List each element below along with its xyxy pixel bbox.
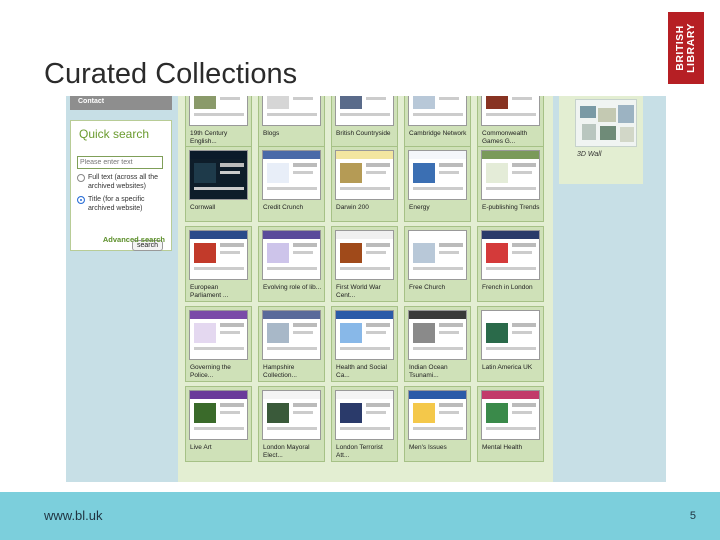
british-library-logo: BRITISH LIBRARY: [668, 12, 704, 84]
collection-label[interactable]: Darwin 200: [336, 204, 396, 212]
quick-search-title: Quick search: [79, 127, 150, 141]
collection-thumbnail[interactable]: [262, 230, 321, 280]
collection-thumbnail[interactable]: [408, 390, 467, 440]
collection-tile[interactable]: Men's Issues: [404, 386, 471, 462]
collection-thumbnail[interactable]: [189, 96, 248, 126]
collection-thumbnail[interactable]: [408, 230, 467, 280]
logo-text: BRITISH LIBRARY: [674, 23, 697, 73]
collection-label[interactable]: Indian Ocean Tsunami...: [409, 364, 469, 380]
collection-tile[interactable]: Latin America UK: [477, 306, 544, 382]
collection-tile[interactable]: French in London: [477, 226, 544, 302]
collection-label[interactable]: Health and Social Ca...: [336, 364, 396, 380]
collection-tile[interactable]: Credit Crunch: [258, 146, 325, 222]
collection-label[interactable]: European Parliament ...: [190, 284, 250, 300]
sidebar: Contact Quick search Full text (across a…: [70, 96, 172, 251]
collection-tile[interactable]: London Mayoral Elect...: [258, 386, 325, 462]
collection-label[interactable]: First World War Cent...: [336, 284, 396, 300]
collection-thumbnail[interactable]: [408, 96, 467, 126]
collections-grid: 19th Century English... Blogs British Coun…: [178, 96, 553, 482]
collection-label[interactable]: British Countryside: [336, 130, 396, 138]
collection-thumbnail[interactable]: [335, 390, 394, 440]
collection-tile[interactable]: Free Church: [404, 226, 471, 302]
collection-label[interactable]: French in London: [482, 284, 542, 292]
collection-thumbnail[interactable]: [262, 390, 321, 440]
collection-tile[interactable]: Mental Health: [477, 386, 544, 462]
collection-label[interactable]: Energy: [409, 204, 469, 212]
collection-label[interactable]: E-publishing Trends: [482, 204, 542, 212]
full-text-label: Full text (across all the archived websi…: [88, 174, 159, 190]
collection-thumbnail[interactable]: [335, 310, 394, 360]
collection-label[interactable]: Governing the Police...: [190, 364, 250, 380]
collection-label[interactable]: Mental Health: [482, 444, 542, 452]
collection-tile[interactable]: Cornwall: [185, 146, 252, 222]
collection-tile[interactable]: British Countryside: [331, 96, 398, 148]
collection-label[interactable]: Free Church: [409, 284, 469, 292]
collection-label[interactable]: Cornwall: [190, 204, 250, 212]
collection-tile[interactable]: London Terrorist Att...: [331, 386, 398, 462]
3d-wall-label[interactable]: 3D Wall: [577, 151, 601, 158]
collection-tile[interactable]: Cambridge Network: [404, 96, 471, 148]
collection-label[interactable]: 19th Century English...: [190, 130, 250, 146]
collection-tile[interactable]: Health and Social Ca...: [331, 306, 398, 382]
collection-thumbnail[interactable]: [481, 390, 540, 440]
collection-tile[interactable]: E-publishing Trends: [477, 146, 544, 222]
featured-panel: 3D Wall: [559, 96, 643, 184]
footer-url: www.bl.uk: [44, 508, 103, 523]
collection-tile[interactable]: Energy: [404, 146, 471, 222]
collection-thumbnail[interactable]: [189, 150, 248, 200]
collection-thumbnail[interactable]: [262, 150, 321, 200]
collection-label[interactable]: Latin America UK: [482, 364, 542, 372]
page-number: 5: [689, 510, 696, 522]
full-text-radio[interactable]: [77, 174, 85, 182]
collection-thumbnail[interactable]: [189, 230, 248, 280]
collection-label[interactable]: London Mayoral Elect...: [263, 444, 323, 460]
collection-thumbnail[interactable]: [189, 390, 248, 440]
title-option[interactable]: Title (for a specific archived website): [77, 195, 165, 213]
collection-thumbnail[interactable]: [481, 310, 540, 360]
contact-link[interactable]: Contact: [70, 96, 172, 110]
collection-thumbnail[interactable]: [262, 310, 321, 360]
3d-wall-thumbnail[interactable]: [575, 99, 637, 147]
collection-tile[interactable]: European Parliament ...: [185, 226, 252, 302]
collection-tile[interactable]: Blogs: [258, 96, 325, 148]
collection-tile[interactable]: Governing the Police...: [185, 306, 252, 382]
collection-thumbnail[interactable]: [262, 96, 321, 126]
collection-thumbnail[interactable]: [408, 310, 467, 360]
collection-thumbnail[interactable]: [408, 150, 467, 200]
collection-thumbnail[interactable]: [335, 230, 394, 280]
collection-tile[interactable]: Evolving role of lib...: [258, 226, 325, 302]
title-option-label: Title (for a specific archived website): [88, 196, 145, 212]
collection-label[interactable]: Live Art: [190, 444, 250, 452]
collection-label[interactable]: Hampshire Collection...: [263, 364, 323, 380]
collection-label[interactable]: Men's Issues: [409, 444, 469, 452]
collection-thumbnail[interactable]: [481, 96, 540, 126]
collection-thumbnail[interactable]: [481, 230, 540, 280]
title-radio[interactable]: [77, 196, 85, 204]
collection-label[interactable]: Cambridge Network: [409, 130, 469, 138]
search-input[interactable]: [77, 156, 163, 169]
slide-title: Curated Collections: [44, 58, 298, 90]
collection-label[interactable]: Evolving role of lib...: [263, 284, 323, 292]
collection-thumbnail[interactable]: [335, 150, 394, 200]
collection-tile[interactable]: Live Art: [185, 386, 252, 462]
advanced-search-link[interactable]: Advanced search: [103, 235, 165, 244]
collection-thumbnail[interactable]: [189, 310, 248, 360]
slide-footer: www.bl.uk 5: [0, 492, 720, 540]
collection-tile[interactable]: Hampshire Collection...: [258, 306, 325, 382]
collection-thumbnail[interactable]: [481, 150, 540, 200]
web-archive-screenshot: Contact Quick search Full text (across a…: [66, 96, 666, 482]
collection-tile[interactable]: First World War Cent...: [331, 226, 398, 302]
collection-tile[interactable]: 19th Century English...: [185, 96, 252, 148]
collection-label[interactable]: London Terrorist Att...: [336, 444, 396, 460]
collection-tile[interactable]: Darwin 200: [331, 146, 398, 222]
collection-tile[interactable]: Indian Ocean Tsunami...: [404, 306, 471, 382]
collection-label[interactable]: Commonwealth Games G...: [482, 130, 542, 146]
collection-tile[interactable]: Commonwealth Games G...: [477, 96, 544, 148]
collection-label[interactable]: Credit Crunch: [263, 204, 323, 212]
quick-search-box: Quick search Full text (across all the a…: [70, 120, 172, 251]
full-text-option[interactable]: Full text (across all the archived websi…: [77, 173, 165, 191]
collection-label[interactable]: Blogs: [263, 130, 323, 138]
collection-thumbnail[interactable]: [335, 96, 394, 126]
